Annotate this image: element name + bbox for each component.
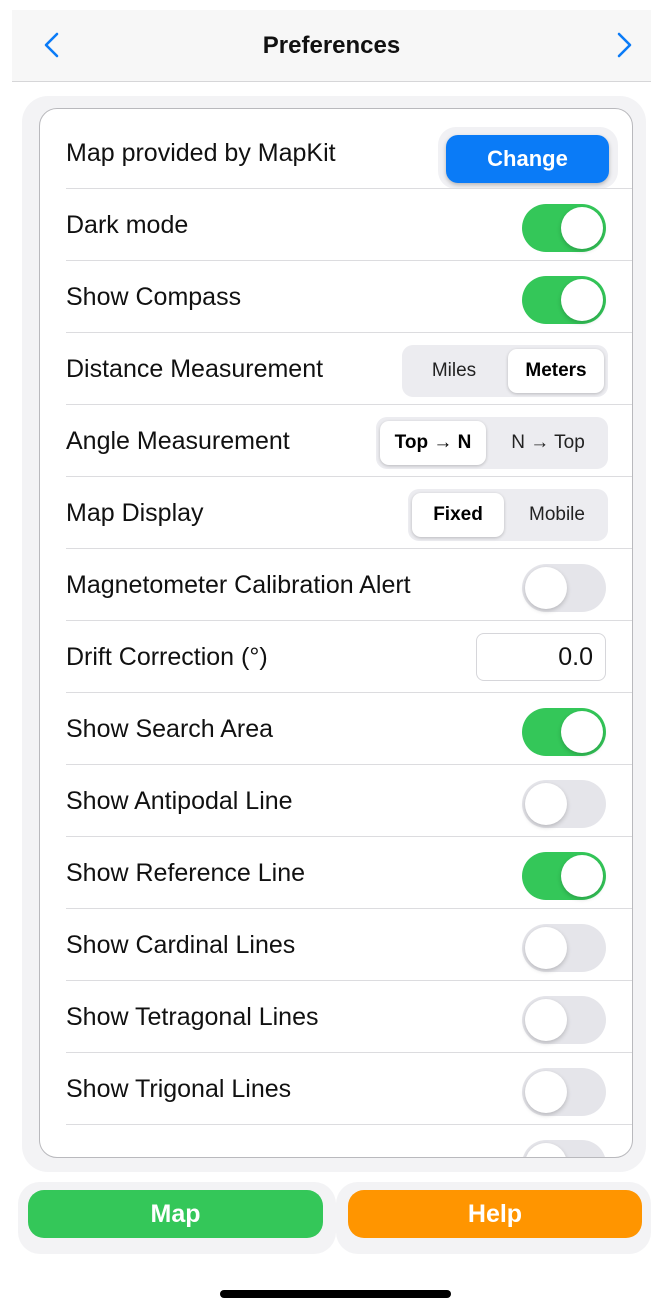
distance-segmented-control: Miles Meters	[402, 345, 608, 397]
map-display-label: Map Display	[66, 499, 204, 527]
show-compass-label: Show Compass	[66, 283, 242, 311]
drift-correction-label: Drift Correction (°)	[66, 643, 268, 671]
toggle-knob	[561, 207, 603, 249]
settings-list[interactable]: Map provided by MapKit Change Dark mode …	[39, 108, 633, 1158]
angle-segmented-control: Top → N N → Top	[376, 417, 608, 469]
toggle-knob	[561, 279, 603, 321]
show-tetragonal-lines-label: Show Tetragonal Lines	[66, 1003, 319, 1031]
help-button[interactable]: Help	[348, 1190, 642, 1238]
magnetometer-alert-toggle[interactable]	[522, 564, 606, 612]
distance-measurement-label: Distance Measurement	[66, 355, 324, 383]
show-search-area-label: Show Search Area	[66, 715, 274, 743]
segment-mobile[interactable]: Mobile	[510, 493, 604, 537]
drift-correction-input[interactable]: 0.0	[476, 633, 606, 681]
toggle-knob	[525, 1071, 567, 1113]
show-search-area-toggle[interactable]	[522, 708, 606, 756]
map-display-segmented-control: Fixed Mobile	[408, 489, 608, 541]
show-reference-line-label: Show Reference Line	[66, 859, 306, 887]
segment-miles[interactable]: Miles	[406, 349, 502, 393]
change-map-button[interactable]: Change	[446, 135, 609, 183]
row-show-tetragonal-lines: Show Tetragonal Lines	[40, 981, 632, 1053]
row-map-display: Map Display Fixed Mobile	[40, 477, 632, 549]
navigation-bar: Preferences	[12, 10, 651, 82]
row-distance-measurement: Distance Measurement Miles Meters	[40, 333, 632, 405]
home-indicator	[220, 1290, 451, 1298]
show-tetragonal-lines-toggle[interactable]	[522, 996, 606, 1044]
toggle-knob	[525, 783, 567, 825]
row-show-reference-line: Show Reference Line	[40, 837, 632, 909]
show-antipodal-line-toggle[interactable]	[522, 780, 606, 828]
show-reference-line-toggle[interactable]	[522, 852, 606, 900]
row-show-antipodal-line: Show Antipodal Line	[40, 765, 632, 837]
toggle-knob	[525, 1143, 567, 1157]
row-drift-correction: Drift Correction (°) 0.0	[40, 621, 632, 693]
show-trigonal-lines-label: Show Trigonal Lines	[66, 1075, 292, 1103]
show-compass-toggle[interactable]	[522, 276, 606, 324]
segment-n-to-top[interactable]: N → Top	[492, 421, 604, 465]
row-show-search-area: Show Search Area	[40, 693, 632, 765]
page-title: Preferences	[262, 32, 401, 59]
map-button[interactable]: Map	[28, 1190, 323, 1238]
segment-top-to-n[interactable]: Top → N	[380, 421, 486, 465]
dark-mode-label: Dark mode	[66, 211, 189, 239]
chevron-right-icon	[617, 32, 632, 58]
toggle-knob	[525, 927, 567, 969]
row-show-cardinal-lines: Show Cardinal Lines	[40, 909, 632, 981]
show-antipodal-line-label: Show Antipodal Line	[66, 787, 293, 815]
change-button-container: Change	[438, 127, 618, 189]
show-cardinal-lines-toggle[interactable]	[522, 924, 606, 972]
row-angle-measurement: Angle Measurement Top → N N → Top	[40, 405, 632, 477]
map-provider-label: Map provided by MapKit	[66, 139, 336, 167]
toggle-knob	[525, 999, 567, 1041]
row-show-trigonal-lines: Show Trigonal Lines	[40, 1053, 632, 1125]
row-dark-mode: Dark mode	[40, 189, 632, 261]
magnetometer-alert-label: Magnetometer Calibration Alert	[66, 571, 411, 599]
row-map-provider: Map provided by MapKit Change	[40, 117, 632, 189]
forward-button[interactable]	[608, 30, 638, 60]
toggle-knob	[561, 855, 603, 897]
row-show-compass: Show Compass	[40, 261, 632, 333]
segment-meters[interactable]: Meters	[508, 349, 604, 393]
row-partial-next	[40, 1125, 632, 1157]
toggle-knob	[525, 567, 567, 609]
segment-fixed[interactable]: Fixed	[412, 493, 504, 537]
angle-measurement-label: Angle Measurement	[66, 427, 290, 455]
dark-mode-toggle[interactable]	[522, 204, 606, 252]
row-magnetometer-alert: Magnetometer Calibration Alert	[40, 549, 632, 621]
show-trigonal-lines-toggle[interactable]	[522, 1068, 606, 1116]
toggle-knob	[561, 711, 603, 753]
partial-toggle[interactable]	[522, 1140, 606, 1157]
show-cardinal-lines-label: Show Cardinal Lines	[66, 931, 296, 959]
